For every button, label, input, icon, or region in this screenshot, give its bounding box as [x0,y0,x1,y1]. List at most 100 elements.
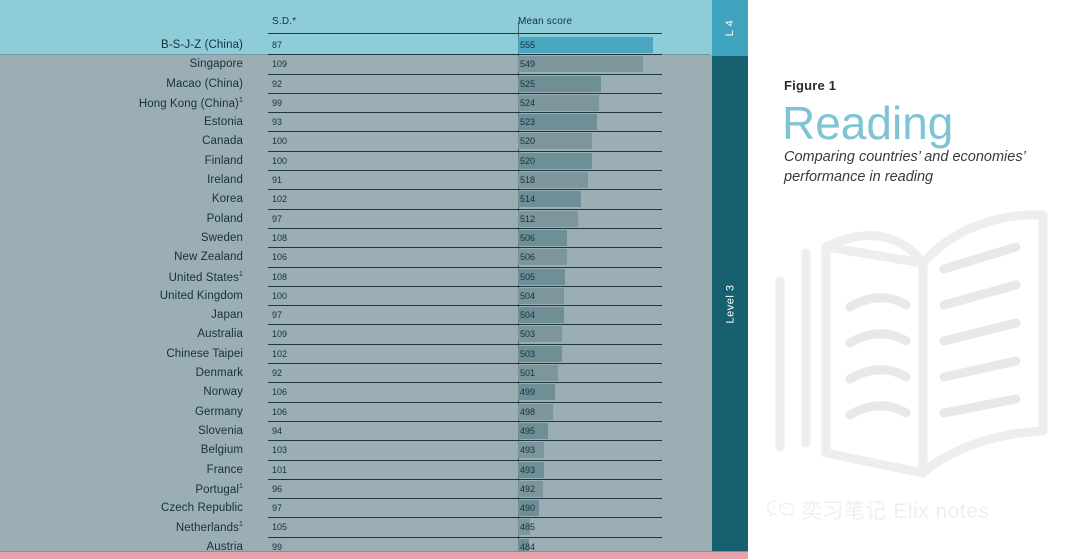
table-row[interactable]: Poland 97 512 [0,210,748,229]
table-row[interactable]: United Kingdom 100 504 [0,287,748,307]
row-bar-track [518,519,662,536]
table-row[interactable]: Macao (China) 92 525 [0,75,748,94]
row-country-label: Portugal1 [195,482,243,496]
table-row[interactable]: Germany 106 498 [0,403,748,422]
row-sd-value: 109 [272,59,288,70]
row-mean-score-value: 512 [520,213,536,224]
row-country-label: Japan [211,309,243,322]
row-bar-track [518,249,662,266]
row-bar-track [518,172,662,189]
table-row[interactable]: New Zealand 106 506 [0,248,748,268]
row-sd-value: 100 [272,155,288,166]
row-bar [518,37,654,53]
row-mean-score-value: 514 [520,194,536,205]
row-sd-value: 101 [272,464,288,475]
row-mean-score-value: 499 [520,387,536,398]
table-row[interactable]: Denmark 92 501 [0,364,748,384]
row-sd-value: 100 [272,290,288,301]
row-country-label: Ireland [207,174,243,187]
table-row[interactable]: Korea 102 514 [0,190,748,210]
row-bar-track [518,287,662,304]
table-row[interactable]: Norway 106 499 [0,383,748,403]
row-sd-value: 97 [272,310,283,321]
row-bar-track [518,326,662,343]
table-row[interactable]: Sweden 108 506 [0,229,748,249]
table-row[interactable]: Hong Kong (China)1 99 524 [0,94,748,114]
row-sd-value: 108 [272,232,288,243]
row-country-label: Hong Kong (China)1 [138,96,243,110]
chart-rows: B-S-J-Z (China) 87 555 Singapore 109 549 Macao… [0,36,748,559]
row-bar-track [518,422,662,439]
row-sd-value: 102 [272,194,288,205]
row-bar-track [518,403,662,420]
row-mean-score-value: 493 [520,445,536,456]
table-row[interactable]: Estonia 93 523 [0,113,748,133]
row-country-label: Chinese Taipei [166,347,243,360]
row-country-label: Belgium [200,444,243,457]
table-row[interactable]: Netherlands1 105 485 [0,518,748,538]
row-mean-score-value: 520 [520,155,536,166]
watermark: 奕习笔记 Elix notes [766,495,989,525]
table-row[interactable]: Czech Republic 97 490 [0,499,748,519]
row-bar-track [518,37,662,53]
row-mean-score-value: 504 [520,290,536,301]
table-row[interactable]: France 101 493 [0,461,748,480]
row-country-label: Netherlands1 [175,521,243,535]
title-panel: Figure 1 Reading Comparing countries’ an… [748,0,1080,559]
row-country-label: Canada [202,135,243,148]
row-sd-value: 87 [272,40,283,50]
row-sd-value: 97 [272,503,283,514]
row-sd-value: 100 [272,136,288,147]
level-tab-l4[interactable]: L 4 [712,0,748,56]
table-row[interactable]: B-S-J-Z (China) 87 555 [0,36,748,56]
row-mean-score-value: 524 [520,97,536,108]
table-row[interactable]: Chinese Taipei 102 503 [0,345,748,365]
column-header-mean-score: Mean score [518,16,573,27]
row-mean-score-value: 525 [520,78,536,89]
row-bar-track [518,384,662,401]
table-row[interactable]: Slovenia 94 495 [0,422,748,442]
column-header-sd: S.D.* [272,16,297,27]
row-country-label: New Zealand [174,251,243,264]
row-mean-score-value: 506 [520,232,536,243]
footnote-marker: 1 [239,96,243,104]
level-tab-level-3[interactable]: Level 3 [712,56,748,551]
row-sd-value: 99 [272,97,283,108]
row-sd-value: 94 [272,425,283,436]
table-row[interactable]: Singapore 109 549 [0,55,748,75]
table-row[interactable]: Ireland 91 518 [0,171,748,191]
table-row[interactable]: Canada 100 520 [0,132,748,152]
row-mean-score-value: 495 [520,425,536,436]
table-row[interactable]: United States1 108 505 [0,268,748,287]
table-row[interactable]: Japan 97 504 [0,306,748,326]
row-bar-track [518,210,662,227]
row-country-label: Denmark [195,367,243,380]
row-sd-value: 109 [272,329,288,340]
table-row[interactable]: Belgium 103 493 [0,441,748,461]
table-row[interactable]: Portugal1 96 492 [0,480,748,500]
row-sd-value: 103 [272,445,288,456]
row-sd-value: 91 [272,175,283,186]
row-mean-score-value: 493 [520,464,536,475]
row-sd-value: 106 [272,406,288,417]
table-row[interactable]: Finland 100 520 [0,152,748,172]
row-bar-track [518,442,662,459]
row-mean-score-value: 492 [520,483,536,494]
row-country-label: Germany [195,405,243,418]
row-sd-value: 106 [272,387,288,398]
row-mean-score-value: 518 [520,175,536,186]
row-country-label: United Kingdom [159,289,243,302]
row-sd-value: 92 [272,78,283,89]
table-row[interactable]: Australia 109 503 [0,325,748,345]
row-mean-score-value: 555 [520,40,536,50]
row-country-label: Korea [211,193,243,206]
row-country-label: Sweden [200,231,243,244]
row-country-label: Estonia [203,116,243,129]
row-bar-track [518,191,662,208]
row-bar-track [518,480,662,497]
row-bar-track [518,345,662,362]
row-mean-score-value: 505 [520,271,536,282]
row-country-label: France [206,463,243,476]
row-sd-value: 108 [272,271,288,282]
row-country-label: Singapore [189,58,243,71]
